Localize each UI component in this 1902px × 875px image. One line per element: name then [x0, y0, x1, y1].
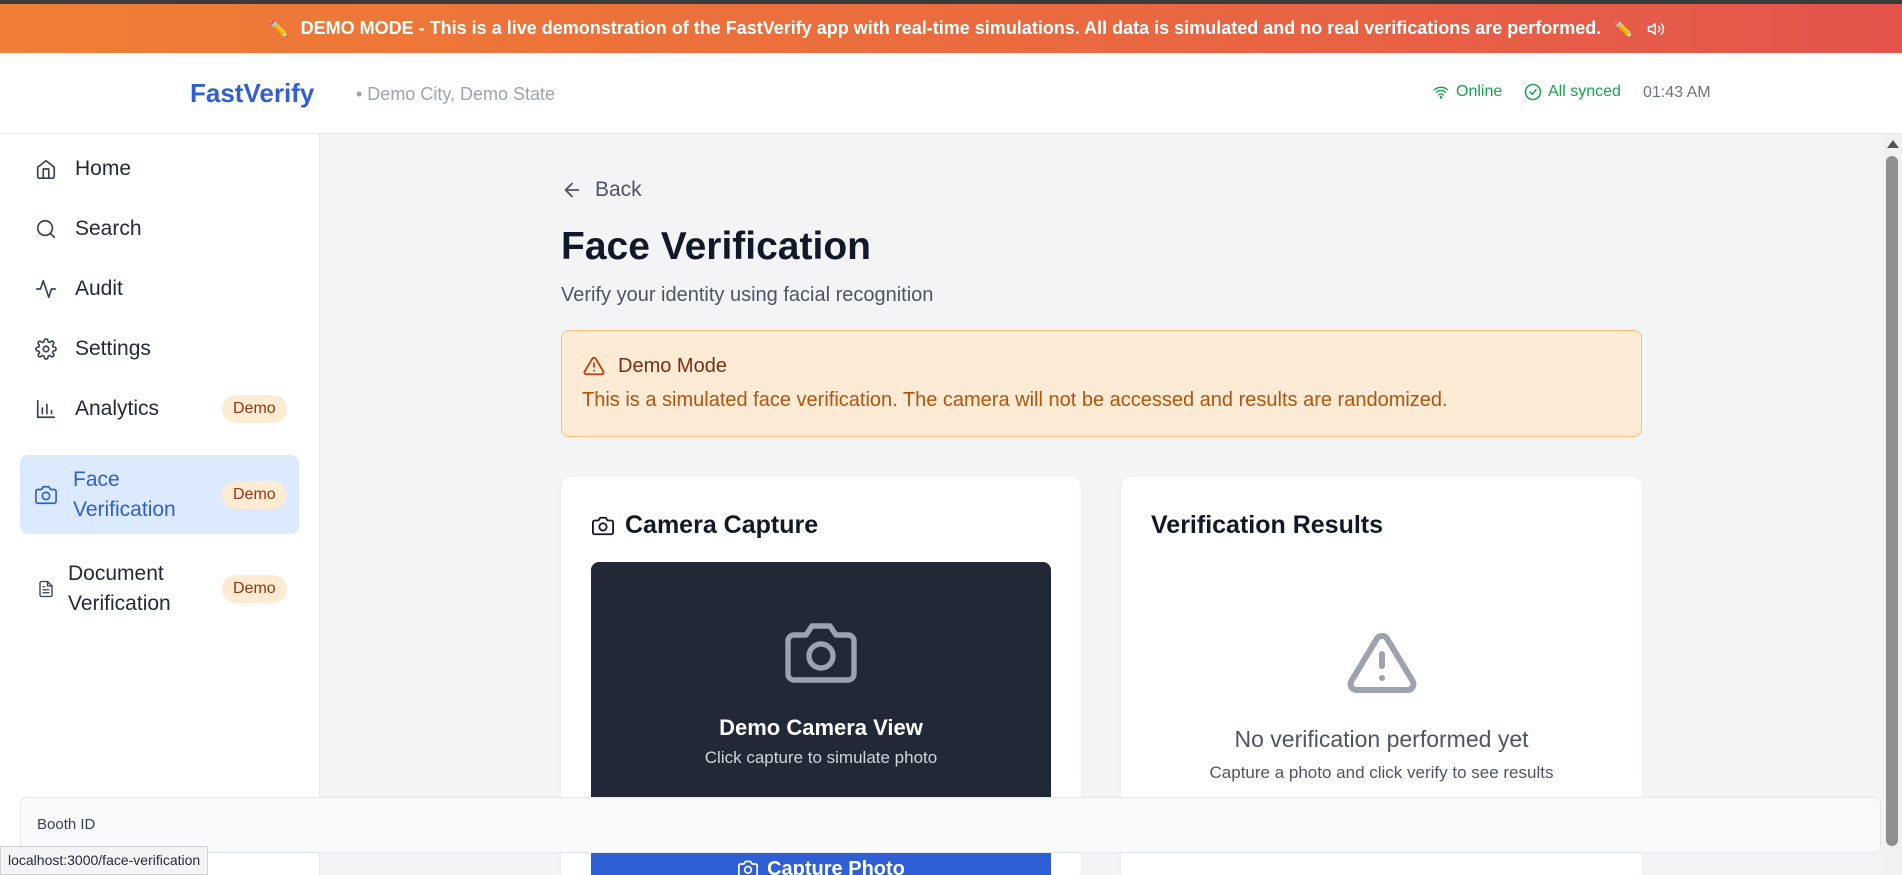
- wifi-icon: [1433, 86, 1449, 99]
- sidebar-item-audit[interactable]: Audit: [20, 267, 299, 311]
- warning-icon: [582, 355, 606, 382]
- sync-status: All synced: [1524, 83, 1621, 101]
- online-status: Online: [1432, 83, 1502, 101]
- camera-view: Demo Camera View Click capture to simula…: [591, 562, 1051, 820]
- sync-label: All synced: [1548, 83, 1621, 100]
- activity-icon: [34, 277, 58, 301]
- demo-banner-message: This is a live demonstration of the Fast…: [429, 18, 1602, 38]
- back-label: Back: [595, 178, 642, 201]
- demo-mode-banner: ✏️ DEMO MODE - This is a live demonstrat…: [0, 4, 1902, 53]
- page-scrollbar[interactable]: [1883, 134, 1902, 875]
- check-circle-icon: [1524, 83, 1542, 101]
- card-title: Camera Capture: [591, 511, 818, 540]
- sidebar-item-document-verification[interactable]: Document Verification Demo: [20, 550, 299, 628]
- sidebar-item-analytics[interactable]: Analytics Demo: [20, 387, 299, 431]
- demo-badge: Demo: [222, 575, 287, 603]
- sidebar-item-label: Search: [75, 217, 142, 240]
- demo-banner-prefix: DEMO MODE -: [300, 18, 430, 38]
- sidebar-item-label: Settings: [75, 337, 151, 360]
- camera-capture-title: Camera Capture: [625, 511, 819, 539]
- empty-results-title: No verification performed yet: [1234, 726, 1529, 752]
- sidebar-item-label: Analytics: [75, 397, 160, 420]
- booth-id-bar[interactable]: Booth ID: [20, 797, 1881, 853]
- main-content: Back Face Verification Verify your ident…: [321, 134, 1881, 875]
- location-label: • Demo City, Demo State: [356, 84, 556, 104]
- camera-icon: [781, 617, 861, 694]
- sidebar-item-search[interactable]: Search: [20, 207, 299, 251]
- app-header: FastVerify • Demo City, Demo State Onlin…: [0, 53, 1902, 134]
- camera-view-title: Demo Camera View: [719, 715, 923, 740]
- demo-badge: Demo: [222, 480, 287, 509]
- camera-icon: [738, 860, 759, 875]
- back-button[interactable]: Back: [561, 178, 642, 202]
- sidebar-item-label: Home: [75, 157, 132, 180]
- demo-banner-text: DEMO MODE - This is a live demonstration…: [301, 18, 1602, 39]
- demo-mode-alert: Demo Mode This is a simulated face verif…: [561, 330, 1642, 437]
- empty-results-subtitle: Capture a photo and click verify to see …: [1209, 763, 1554, 782]
- sidebar-item-label: Audit: [75, 277, 123, 300]
- demo-badge: Demo: [222, 395, 287, 423]
- sidebar-item-label: Document Verification: [68, 562, 171, 615]
- camera-view-subtitle: Click capture to simulate photo: [704, 748, 938, 767]
- bar-chart-icon: [34, 397, 58, 421]
- sidebar-item-label: Face Verification: [73, 467, 176, 521]
- speaker-icon[interactable]: [1646, 20, 1666, 38]
- camera-icon: [592, 516, 614, 535]
- scrollbar-thumb[interactable]: [1886, 156, 1898, 846]
- pencil-icon: ✏️: [1613, 20, 1634, 38]
- alert-text: This is a simulated face verification. T…: [582, 389, 1448, 411]
- page-subtitle: Verify your identity using facial recogn…: [561, 284, 934, 306]
- page-title: Face Verification: [561, 225, 871, 268]
- home-icon: [34, 157, 58, 181]
- document-icon: [34, 577, 58, 601]
- gear-icon: [34, 337, 58, 361]
- alert-title: Demo Mode: [618, 355, 727, 377]
- scroll-up-arrow-icon[interactable]: [1887, 140, 1899, 148]
- search-icon: [34, 217, 58, 241]
- status-url-tooltip: localhost:3000/face-verification: [0, 846, 209, 875]
- sidebar-item-settings[interactable]: Settings: [20, 327, 299, 371]
- booth-id-label: Booth ID: [37, 816, 96, 833]
- warning-icon: [1344, 627, 1420, 704]
- results-title: Verification Results: [1151, 511, 1384, 539]
- camera-icon: [34, 483, 58, 507]
- brand-logo[interactable]: FastVerify: [190, 78, 314, 109]
- online-label: Online: [1456, 83, 1503, 100]
- arrow-left-icon: [564, 182, 580, 198]
- clock-time: 01:43 AM: [1643, 84, 1711, 101]
- sidebar: Home Search Audit Settings Analytics Dem…: [0, 134, 320, 875]
- sidebar-item-home[interactable]: Home: [20, 147, 299, 191]
- sidebar-item-face-verification[interactable]: Face Verification Demo: [20, 455, 299, 534]
- pencil-icon: ✏️: [268, 20, 289, 38]
- capture-photo-label: Capture Photo: [767, 857, 905, 875]
